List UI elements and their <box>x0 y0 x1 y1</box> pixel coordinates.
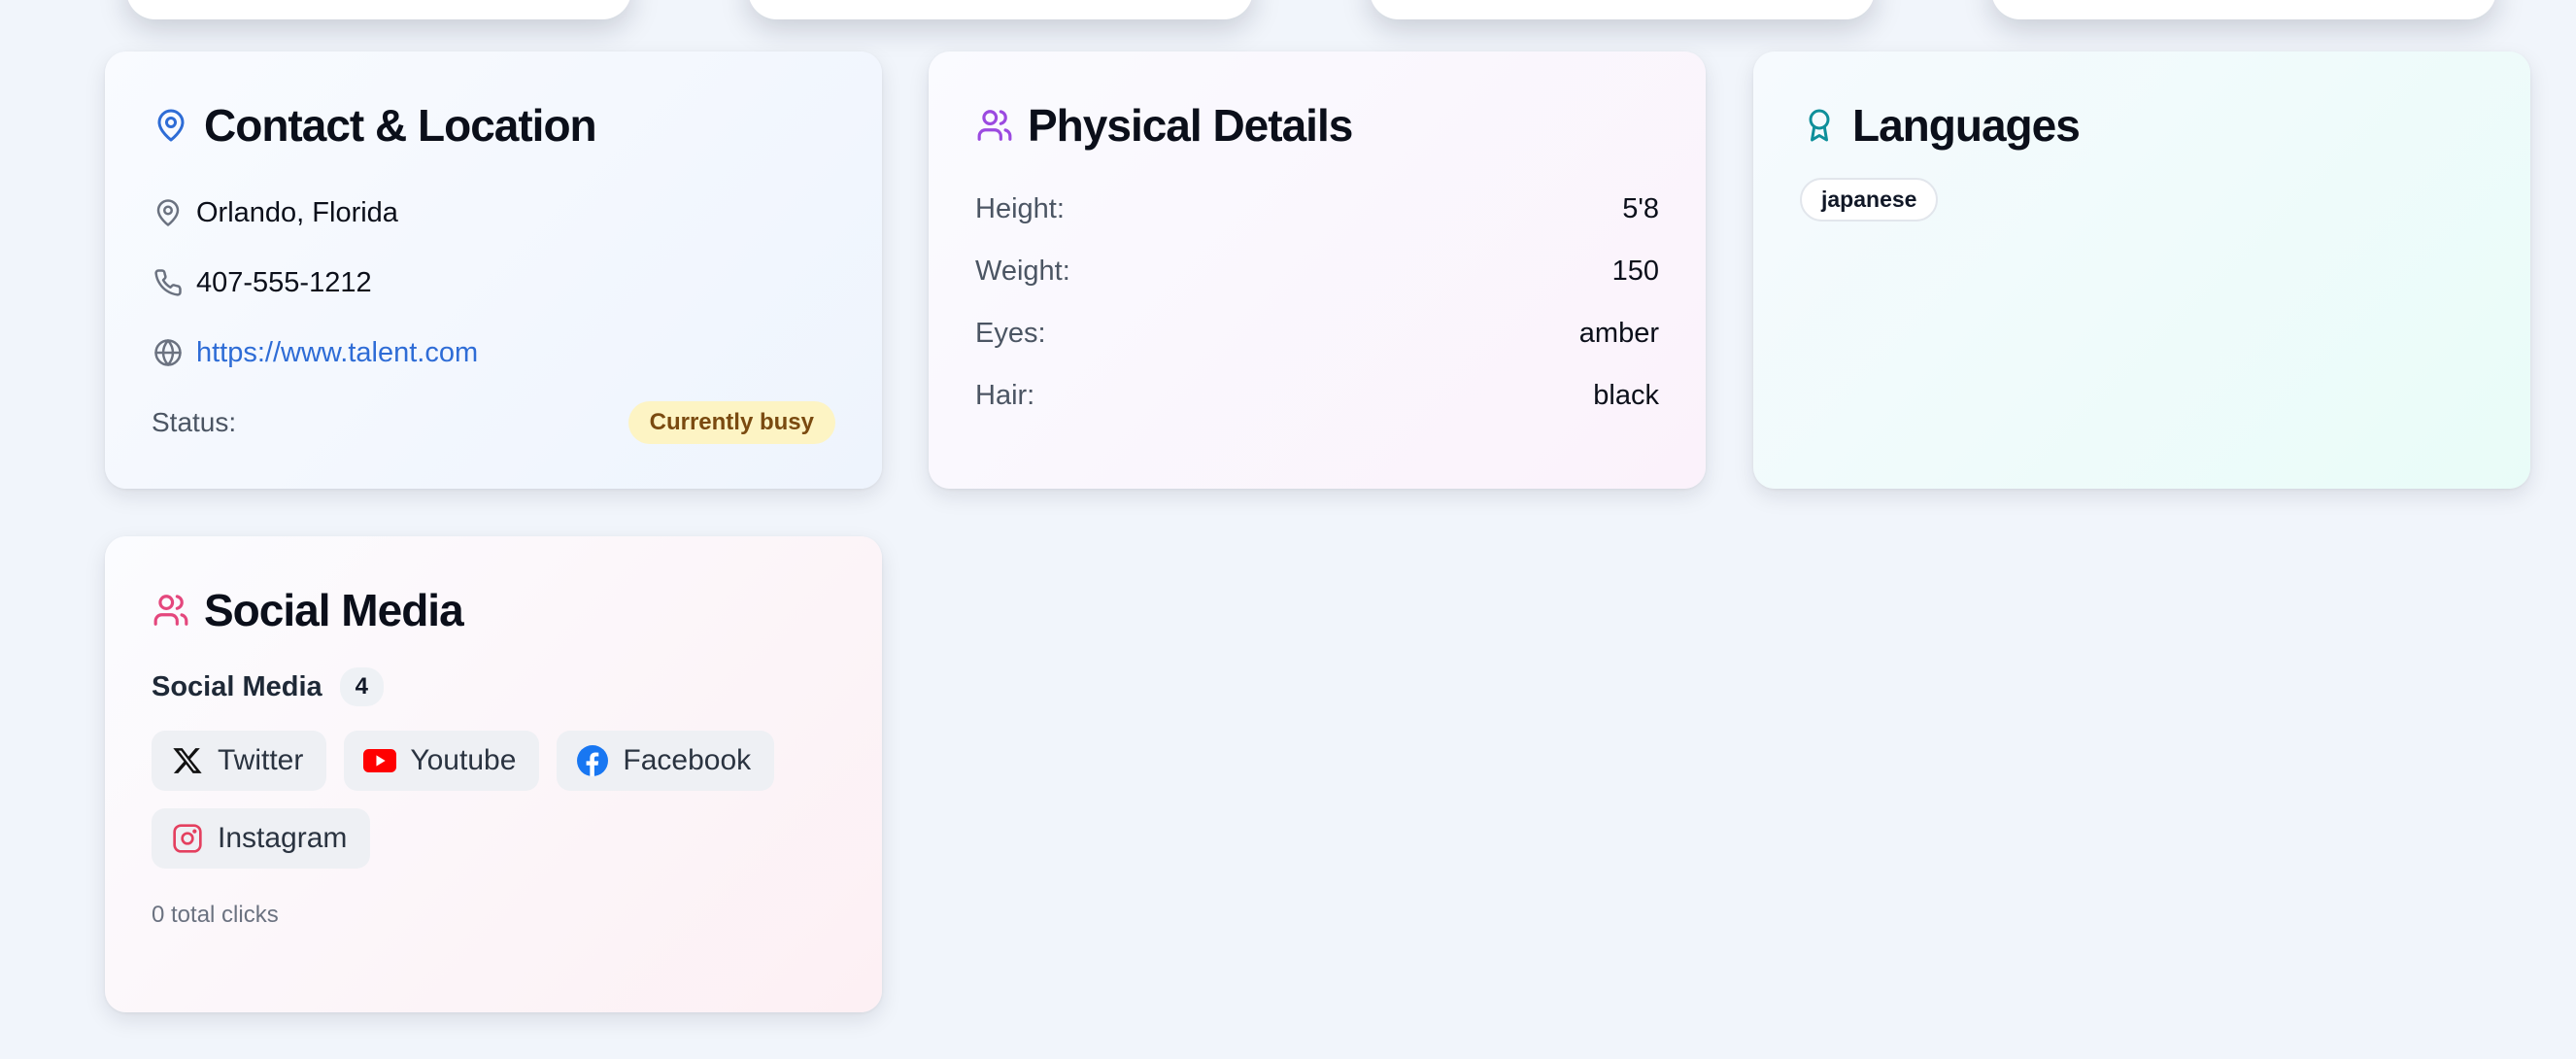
youtube-icon <box>363 744 397 777</box>
map-pin-icon <box>152 106 190 145</box>
social-media-subtitle: Social Media <box>152 670 322 702</box>
website-link[interactable]: https://www.talent.com <box>196 337 478 369</box>
users-icon <box>152 591 190 630</box>
status-row: Status: Currently busy <box>152 388 835 458</box>
card-header: Physical Details <box>975 98 1659 153</box>
detail-value: 150 <box>1611 255 1659 287</box>
card-title: Social Media <box>204 585 464 635</box>
map-pin-icon <box>152 196 185 229</box>
detail-label: Weight: <box>975 255 1070 287</box>
card-header: Contact & Location <box>152 98 835 153</box>
instagram-icon <box>171 822 204 855</box>
website-row: https://www.talent.com <box>152 318 835 388</box>
award-icon <box>1800 106 1839 145</box>
previous-card-edge <box>748 0 1253 19</box>
location-text: Orlando, Florida <box>196 196 398 228</box>
social-count-badge: 4 <box>339 667 385 706</box>
social-chip-label: Instagram <box>218 822 348 854</box>
card-title: Physical Details <box>1028 100 1353 151</box>
card-title: Contact & Location <box>204 100 597 151</box>
location-row: Orlando, Florida <box>152 178 835 248</box>
physical-details-list: Height: 5'8 Weight: 150 Eyes: amber Hair: black <box>975 178 1659 427</box>
total-clicks-text: 0 total clicks <box>152 902 279 928</box>
detail-row: Eyes: amber <box>975 302 1659 364</box>
social-chip-instagram[interactable]: Instagram <box>152 808 371 869</box>
language-tag-list: japanese <box>1800 178 2484 222</box>
languages-card: Languages japanese <box>1753 51 2530 489</box>
detail-value: black <box>1593 379 1659 411</box>
status-badge: Currently busy <box>627 401 835 444</box>
status-label: Status: <box>152 407 237 437</box>
contact-location-card: Contact & Location Orlando, Florida 407-… <box>105 51 882 489</box>
previous-card-edge <box>1370 0 1875 19</box>
card-title: Languages <box>1852 100 2081 151</box>
social-chip-facebook[interactable]: Facebook <box>557 731 775 791</box>
previous-card-edge <box>126 0 631 19</box>
detail-row: Height: 5'8 <box>975 178 1659 240</box>
profile-page: Contact & Location Orlando, Florida 407-… <box>0 0 2576 1059</box>
detail-label: Hair: <box>975 379 1035 411</box>
phone-icon <box>152 266 185 299</box>
social-media-subheader: Social Media 4 <box>152 663 835 711</box>
social-chip-label: Youtube <box>410 744 517 776</box>
detail-label: Eyes: <box>975 317 1046 349</box>
facebook-icon <box>576 744 609 777</box>
previous-card-edge <box>1991 0 2496 19</box>
users-icon <box>975 106 1014 145</box>
detail-value: 5'8 <box>1622 192 1659 224</box>
language-tag: japanese <box>1800 178 1939 222</box>
card-header: Languages <box>1800 98 2484 153</box>
social-chip-label: Facebook <box>623 744 752 776</box>
physical-details-card: Physical Details Height: 5'8 Weight: 150 Eye… <box>929 51 1706 489</box>
detail-row: Hair: black <box>975 364 1659 427</box>
detail-row: Weight: 150 <box>975 240 1659 302</box>
phone-text[interactable]: 407-555-1212 <box>196 267 372 299</box>
phone-row: 407-555-1212 <box>152 248 835 318</box>
x-twitter-icon <box>171 744 204 777</box>
globe-icon <box>152 336 185 369</box>
social-chip-label: Twitter <box>218 744 304 776</box>
detail-label: Height: <box>975 192 1065 224</box>
card-header: Social Media <box>152 583 835 637</box>
social-chip-youtube[interactable]: Youtube <box>344 731 540 791</box>
detail-value: amber <box>1578 317 1659 349</box>
social-platform-list: Twitter Youtube Facebook Instagram <box>152 731 851 886</box>
social-chip-twitter[interactable]: Twitter <box>152 731 327 791</box>
social-media-card: Social Media Social Media 4 Twitter Youtu… <box>105 536 882 1012</box>
